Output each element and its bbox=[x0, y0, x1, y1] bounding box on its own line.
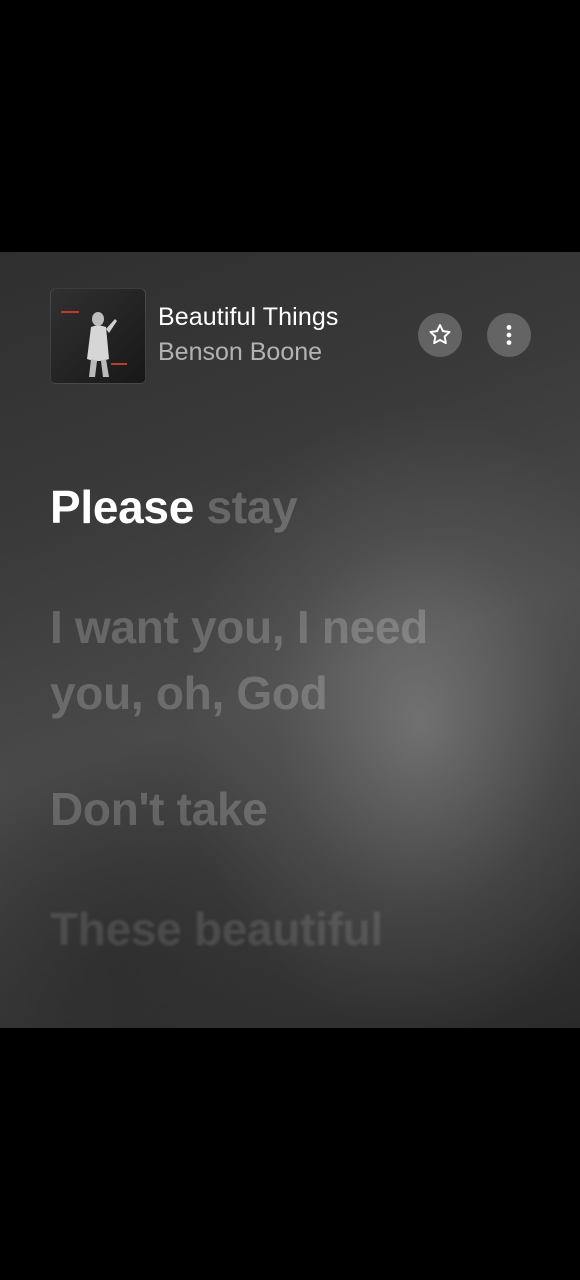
album-art[interactable] bbox=[50, 288, 146, 384]
previous-lyric-fade bbox=[52, 390, 192, 410]
song-artist[interactable]: Benson Boone bbox=[158, 338, 322, 367]
song-title: Beautiful Things bbox=[158, 303, 339, 331]
lyric-line-current[interactable]: Please stay bbox=[50, 474, 298, 540]
more-options-button[interactable] bbox=[487, 313, 531, 357]
lyric-unsung-text: stay bbox=[206, 481, 298, 533]
more-vertical-icon bbox=[506, 325, 512, 345]
screen: Beautiful Things Benson Boone Please sta… bbox=[0, 0, 580, 1280]
lyric-line[interactable]: Don't take bbox=[50, 776, 268, 842]
lyric-line[interactable]: I want you, I need you, oh, God bbox=[50, 594, 530, 726]
now-playing-header: Beautiful Things Benson Boone bbox=[50, 288, 550, 384]
album-cover-image bbox=[51, 289, 145, 383]
lyric-sung-text: Please bbox=[50, 481, 194, 533]
star-icon bbox=[429, 324, 451, 345]
lyrics-player: Beautiful Things Benson Boone Please sta… bbox=[0, 252, 580, 1028]
favorite-button[interactable] bbox=[418, 313, 462, 357]
lyric-line[interactable]: These beautiful bbox=[50, 896, 383, 962]
